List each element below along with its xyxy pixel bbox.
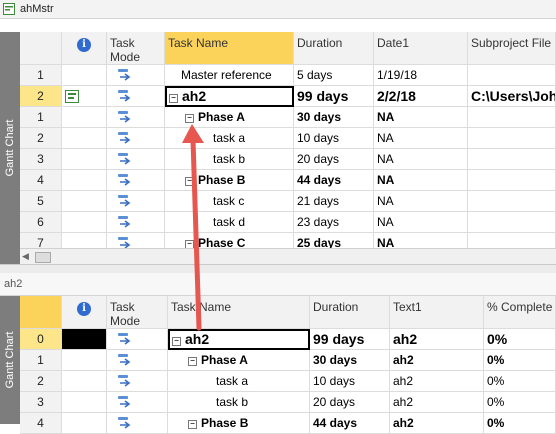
annotation-arrow: [182, 124, 204, 331]
